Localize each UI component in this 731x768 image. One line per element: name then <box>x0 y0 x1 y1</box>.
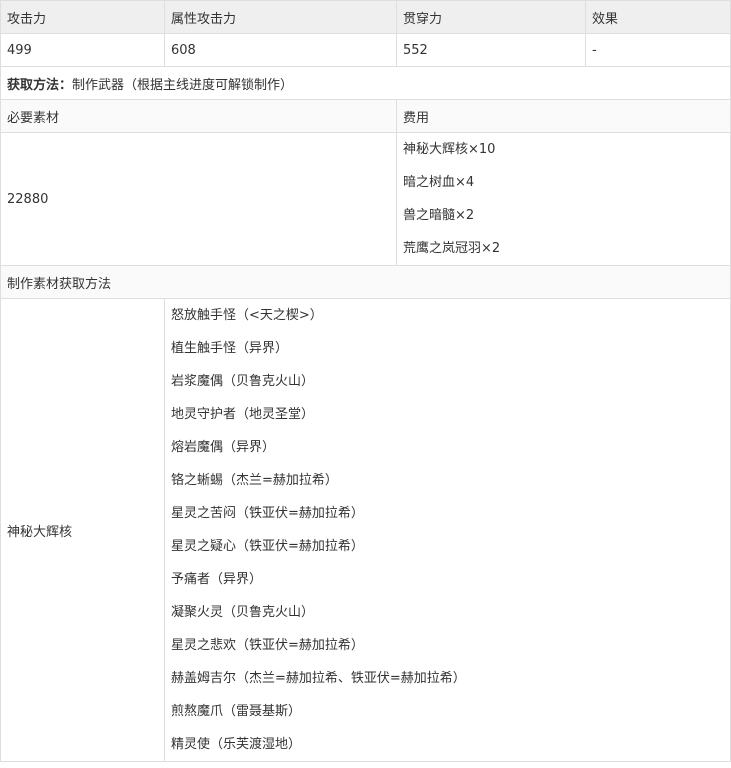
stats-header-row: 攻击力 属性攻击力 贯穿力 效果 <box>0 0 731 34</box>
attack-header: 攻击力 <box>0 0 165 34</box>
material-list-cell: 神秘大辉核×10 暗之树血×4 兽之暗髓×2 荒鹰之岚冠羽×2 <box>396 132 731 266</box>
source-location: 赫盖姆吉尔（杰兰=赫加拉希、铁亚伏=赫加拉希） <box>171 671 466 686</box>
material-item: 暗之树血×4 <box>403 175 475 190</box>
stats-value-row: 499 608 552 - <box>0 33 731 67</box>
source-header: 制作素材获取方法 <box>0 265 731 299</box>
cost-row: 22880 神秘大辉核×10 暗之树血×4 兽之暗髓×2 荒鹰之岚冠羽×2 <box>0 132 731 266</box>
pierce-header: 贯穿力 <box>396 0 586 34</box>
source-location: 怒放触手怪（<天之楔>） <box>171 308 323 323</box>
attack-value: 499 <box>0 33 165 67</box>
source-row: 神秘大辉核 怒放触手怪（<天之楔>） 植生触手怪（异界） 岩浆魔偶（贝鲁克火山）… <box>0 298 731 762</box>
source-location: 植生触手怪（异界） <box>171 341 289 356</box>
material-item: 神秘大辉核×10 <box>403 142 496 157</box>
acquire-method-cell: 获取方法：制作武器（根据主线进度可解锁制作） <box>0 66 731 100</box>
source-material-name: 神秘大辉核 <box>0 298 165 762</box>
acquire-method-label: 获取方法： <box>7 77 73 93</box>
source-location: 精灵使（乐芙渡湿地） <box>171 737 302 752</box>
pierce-value: 552 <box>396 33 586 67</box>
acquire-method-row: 获取方法：制作武器（根据主线进度可解锁制作） <box>0 66 731 100</box>
source-location: 熔岩魔偶（异界） <box>171 440 276 455</box>
source-location: 星灵之苦闷（铁亚伏=赫加拉希） <box>171 506 364 521</box>
required-materials-header: 必要素材 <box>0 99 397 133</box>
element-attack-value: 608 <box>164 33 397 67</box>
source-location: 星灵之悲欢（铁亚伏=赫加拉希） <box>171 638 364 653</box>
material-item: 荒鹰之岚冠羽×2 <box>403 241 501 256</box>
source-location: 铬之蜥蜴（杰兰=赫加拉希） <box>171 473 338 488</box>
effect-header: 效果 <box>585 0 731 34</box>
source-location: 煎熬魔爪（雷聂基斯） <box>171 704 302 719</box>
source-location: 地灵守护者（地灵圣堂） <box>171 407 315 422</box>
source-location: 予痛者（异界） <box>171 572 263 587</box>
element-attack-header: 属性攻击力 <box>164 0 397 34</box>
effect-value: - <box>585 33 731 67</box>
acquire-method-text: 制作武器（根据主线进度可解锁制作） <box>72 77 294 93</box>
cost-header: 费用 <box>396 99 731 133</box>
cost-value: 22880 <box>0 132 397 266</box>
source-header-row: 制作素材获取方法 <box>0 265 731 299</box>
source-location: 凝聚火灵（贝鲁克火山） <box>171 605 315 620</box>
material-item: 兽之暗髓×2 <box>403 208 475 223</box>
source-location: 岩浆魔偶（贝鲁克火山） <box>171 374 315 389</box>
source-location: 星灵之疑心（铁亚伏=赫加拉希） <box>171 539 364 554</box>
weapon-info-table: 攻击力 属性攻击力 贯穿力 效果 499 608 552 - 获取方法：制作武器… <box>0 0 731 762</box>
materials-header-row: 必要素材 费用 <box>0 99 731 133</box>
source-location-cell: 怒放触手怪（<天之楔>） 植生触手怪（异界） 岩浆魔偶（贝鲁克火山） 地灵守护者… <box>164 298 731 762</box>
